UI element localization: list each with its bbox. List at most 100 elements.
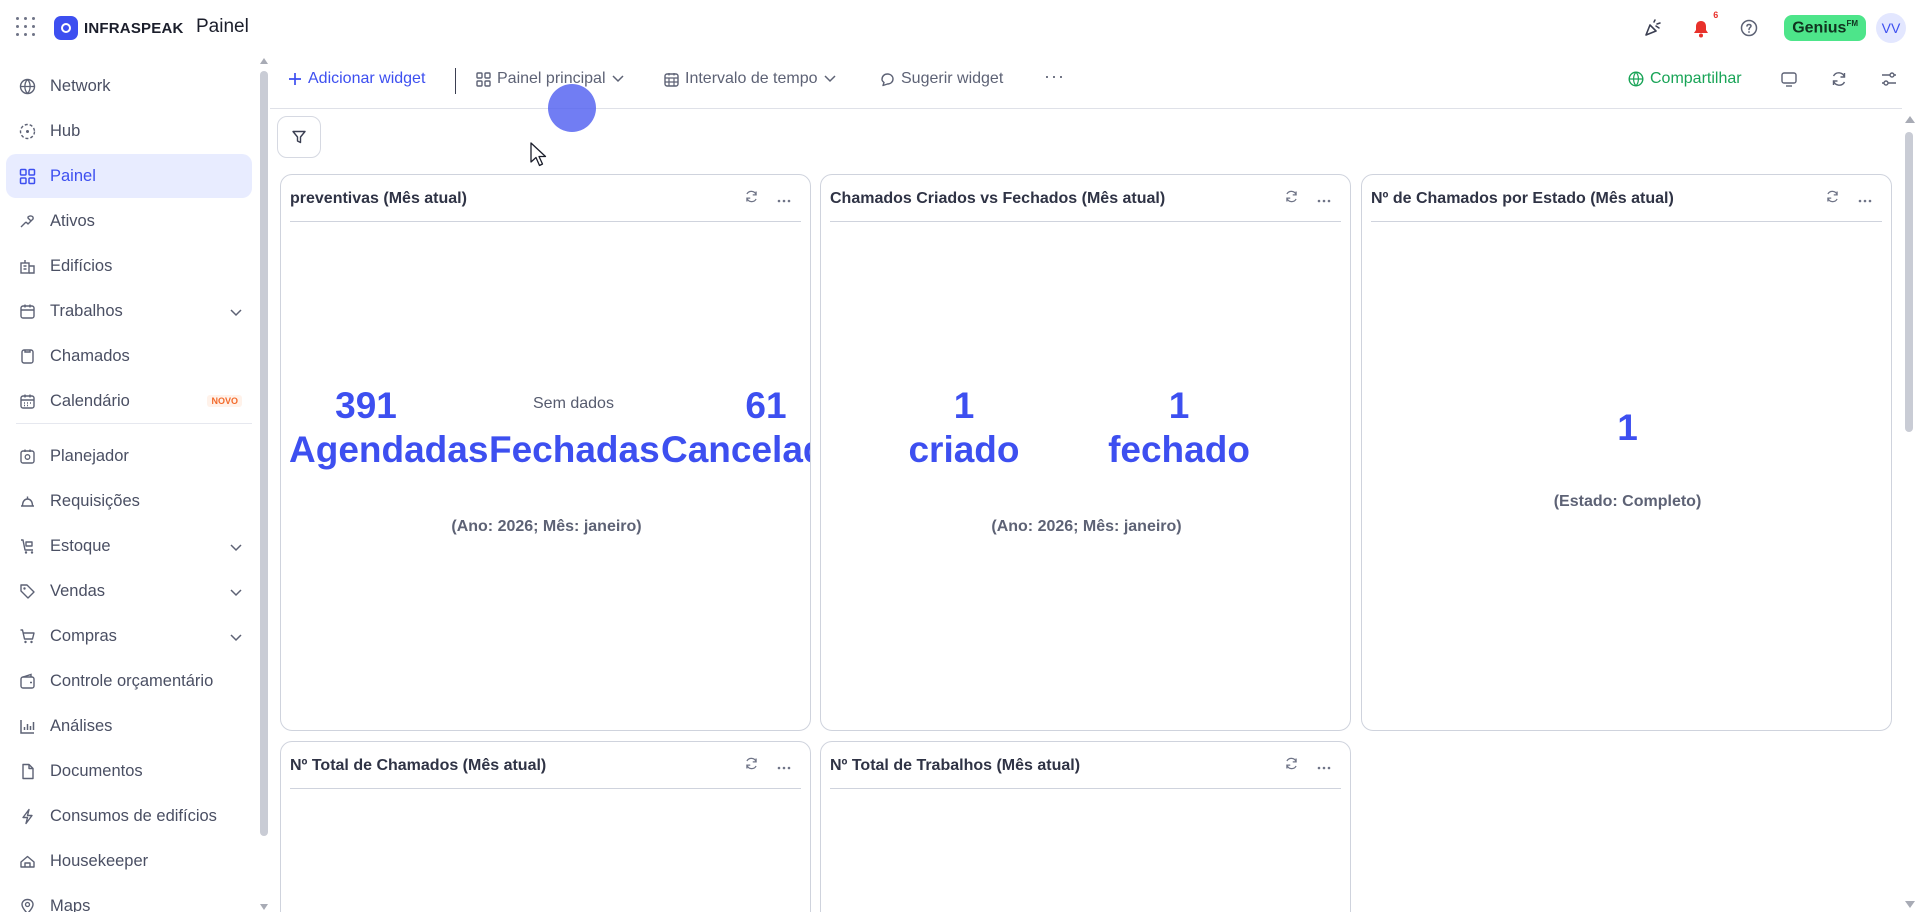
time-interval-label: Intervalo de tempo bbox=[685, 70, 818, 87]
created-label: criado bbox=[908, 429, 1020, 470]
apps-grid-icon[interactable] bbox=[16, 17, 36, 37]
filter-button[interactable] bbox=[277, 116, 321, 158]
chevron-down-icon[interactable] bbox=[230, 538, 242, 557]
refresh-icon[interactable] bbox=[744, 756, 759, 776]
hub-icon bbox=[18, 122, 36, 140]
page-title: Painel bbox=[196, 16, 249, 37]
sidebar-item-maps[interactable]: Maps bbox=[6, 884, 252, 912]
globe-icon bbox=[18, 77, 36, 95]
more-icon[interactable] bbox=[777, 190, 791, 208]
refresh-icon[interactable] bbox=[1284, 189, 1299, 209]
sidebar: Network Hub Painel Ativos Edifícios Trab… bbox=[0, 54, 258, 912]
widget-preventivas: preventivas (Mês atual) 391 Agendadas Se… bbox=[280, 174, 811, 731]
more-icon[interactable] bbox=[1317, 757, 1331, 775]
refresh-icon[interactable] bbox=[744, 189, 759, 209]
sidebar-item-ativos[interactable]: Ativos bbox=[6, 199, 252, 243]
tv-mode-icon[interactable] bbox=[1780, 70, 1798, 88]
refresh-icon[interactable] bbox=[1825, 189, 1840, 209]
cancelled-value: 61 bbox=[745, 385, 787, 426]
sidebar-scrollbar[interactable] bbox=[258, 54, 270, 912]
sidebar-item-hub[interactable]: Hub bbox=[6, 109, 252, 153]
chevron-down-icon[interactable] bbox=[230, 628, 242, 647]
scroll-up-arrow-icon[interactable] bbox=[1905, 116, 1915, 123]
widget-header: preventivas (Mês atual) bbox=[290, 175, 801, 222]
avatar[interactable]: VV bbox=[1876, 13, 1906, 43]
widget-header: Chamados Criados vs Fechados (Mês atual) bbox=[830, 175, 1341, 222]
sidebar-item-documentos[interactable]: Documentos bbox=[6, 749, 252, 793]
genius-sup: FM bbox=[1846, 18, 1858, 28]
sidebar-item-trabalhos[interactable]: Trabalhos bbox=[6, 289, 252, 333]
sidebar-item-label: Network bbox=[50, 76, 111, 95]
sidebar-item-label: Vendas bbox=[50, 581, 106, 600]
widget-actions bbox=[744, 189, 791, 209]
building-icon bbox=[18, 257, 36, 275]
sidebar-item-label: Requisições bbox=[50, 491, 140, 510]
widget-header: Nº Total de Chamados (Mês atual) bbox=[290, 742, 801, 789]
assets-icon bbox=[18, 212, 36, 230]
genius-label: Genius bbox=[1792, 19, 1847, 37]
sidebar-item-calendario[interactable]: Calendário NOVO bbox=[6, 379, 252, 423]
scroll-down-arrow-icon[interactable] bbox=[260, 904, 268, 910]
sidebar-item-compras[interactable]: Compras bbox=[6, 614, 252, 658]
new-badge: NOVO bbox=[207, 395, 242, 407]
sidebar-item-vendas[interactable]: Vendas bbox=[6, 569, 252, 613]
sidebar-item-housekeeper[interactable]: Housekeeper bbox=[6, 839, 252, 883]
more-icon[interactable] bbox=[777, 757, 791, 775]
toolbar-separator bbox=[455, 68, 456, 94]
widget-header: Nº Total de Trabalhos (Mês atual) bbox=[830, 742, 1341, 789]
brand-logo[interactable]: INFRASPEAK bbox=[54, 16, 184, 40]
widget-tickets-by-state: Nº de Chamados por Estado (Mês atual) 1 … bbox=[1361, 174, 1892, 731]
add-widget-button[interactable]: Adicionar widget bbox=[288, 70, 425, 88]
sidebar-item-requisicoes[interactable]: Requisições bbox=[6, 479, 252, 523]
more-icon[interactable] bbox=[1317, 190, 1331, 208]
main-scrollbar[interactable] bbox=[1902, 112, 1916, 912]
sidebar-item-estoque[interactable]: Estoque bbox=[6, 524, 252, 568]
work-icon bbox=[18, 302, 36, 320]
top-right-actions: 6 GeniusFM VV bbox=[1640, 10, 1906, 43]
refresh-icon[interactable] bbox=[1830, 70, 1848, 88]
refresh-icon[interactable] bbox=[1284, 756, 1299, 776]
more-options-button[interactable]: ··· bbox=[1044, 66, 1065, 87]
suggest-widget-button[interactable]: Sugerir widget bbox=[880, 70, 1003, 88]
planner-icon bbox=[18, 447, 36, 465]
scroll-down-arrow-icon[interactable] bbox=[1905, 901, 1915, 908]
widget-total-tickets: Nº Total de Chamados (Mês atual) bbox=[280, 741, 811, 912]
widget-total-works: Nº Total de Trabalhos (Mês atual) bbox=[820, 741, 1351, 912]
share-button[interactable]: Compartilhar bbox=[1628, 70, 1742, 88]
sidebar-item-label: Consumos de edifícios bbox=[50, 806, 217, 825]
sidebar-item-label: Painel bbox=[50, 166, 96, 185]
scheduled-label: Agendadas bbox=[289, 429, 489, 470]
sidebar-item-controle-orcamentario[interactable]: Controle orçamentário bbox=[6, 659, 252, 703]
settings-sliders-icon[interactable] bbox=[1880, 70, 1898, 88]
sidebar-item-analises[interactable]: Análises bbox=[6, 704, 252, 748]
stock-icon bbox=[18, 537, 36, 555]
celebration-icon[interactable] bbox=[1640, 15, 1666, 41]
scroll-up-arrow-icon[interactable] bbox=[260, 58, 268, 64]
sidebar-item-planejador[interactable]: Planejador bbox=[6, 434, 252, 478]
more-icon[interactable] bbox=[1858, 190, 1872, 208]
sidebar-scroll-thumb[interactable] bbox=[260, 71, 268, 836]
help-icon[interactable] bbox=[1736, 15, 1762, 41]
genius-button[interactable]: GeniusFM bbox=[1784, 14, 1866, 42]
notifications-button[interactable]: 6 bbox=[1688, 10, 1718, 41]
created-value: 1 bbox=[953, 385, 975, 426]
sidebar-item-edificios[interactable]: Edifícios bbox=[6, 244, 252, 288]
chevron-down-icon[interactable] bbox=[230, 303, 242, 322]
sidebar-item-chamados[interactable]: Chamados bbox=[6, 334, 252, 378]
chevron-down-icon[interactable] bbox=[230, 583, 242, 602]
ticket-icon bbox=[18, 347, 36, 365]
closed-label: Fechadas bbox=[489, 429, 660, 470]
main-scroll-thumb[interactable] bbox=[1905, 132, 1913, 432]
cart-icon bbox=[18, 627, 36, 645]
widget-created-vs-closed: Chamados Criados vs Fechados (Mês atual)… bbox=[820, 174, 1351, 731]
chevron-down-icon bbox=[611, 75, 624, 83]
sidebar-item-consumos-de-edificios[interactable]: Consumos de edifícios bbox=[6, 794, 252, 838]
time-interval-select[interactable]: Intervalo de tempo bbox=[664, 70, 836, 88]
dashboard-toolbar: Adicionar widget Painel principal Interv… bbox=[272, 62, 1912, 102]
widget-title: Chamados Criados vs Fechados (Mês atual) bbox=[830, 190, 1166, 207]
sidebar-item-painel[interactable]: Painel bbox=[6, 154, 252, 198]
sidebar-item-network[interactable]: Network bbox=[6, 64, 252, 108]
state-text: (Estado: Completo) bbox=[1553, 493, 1702, 510]
sidebar-item-label: Maps bbox=[50, 896, 91, 912]
dashboard-select[interactable]: Painel principal bbox=[476, 70, 624, 88]
